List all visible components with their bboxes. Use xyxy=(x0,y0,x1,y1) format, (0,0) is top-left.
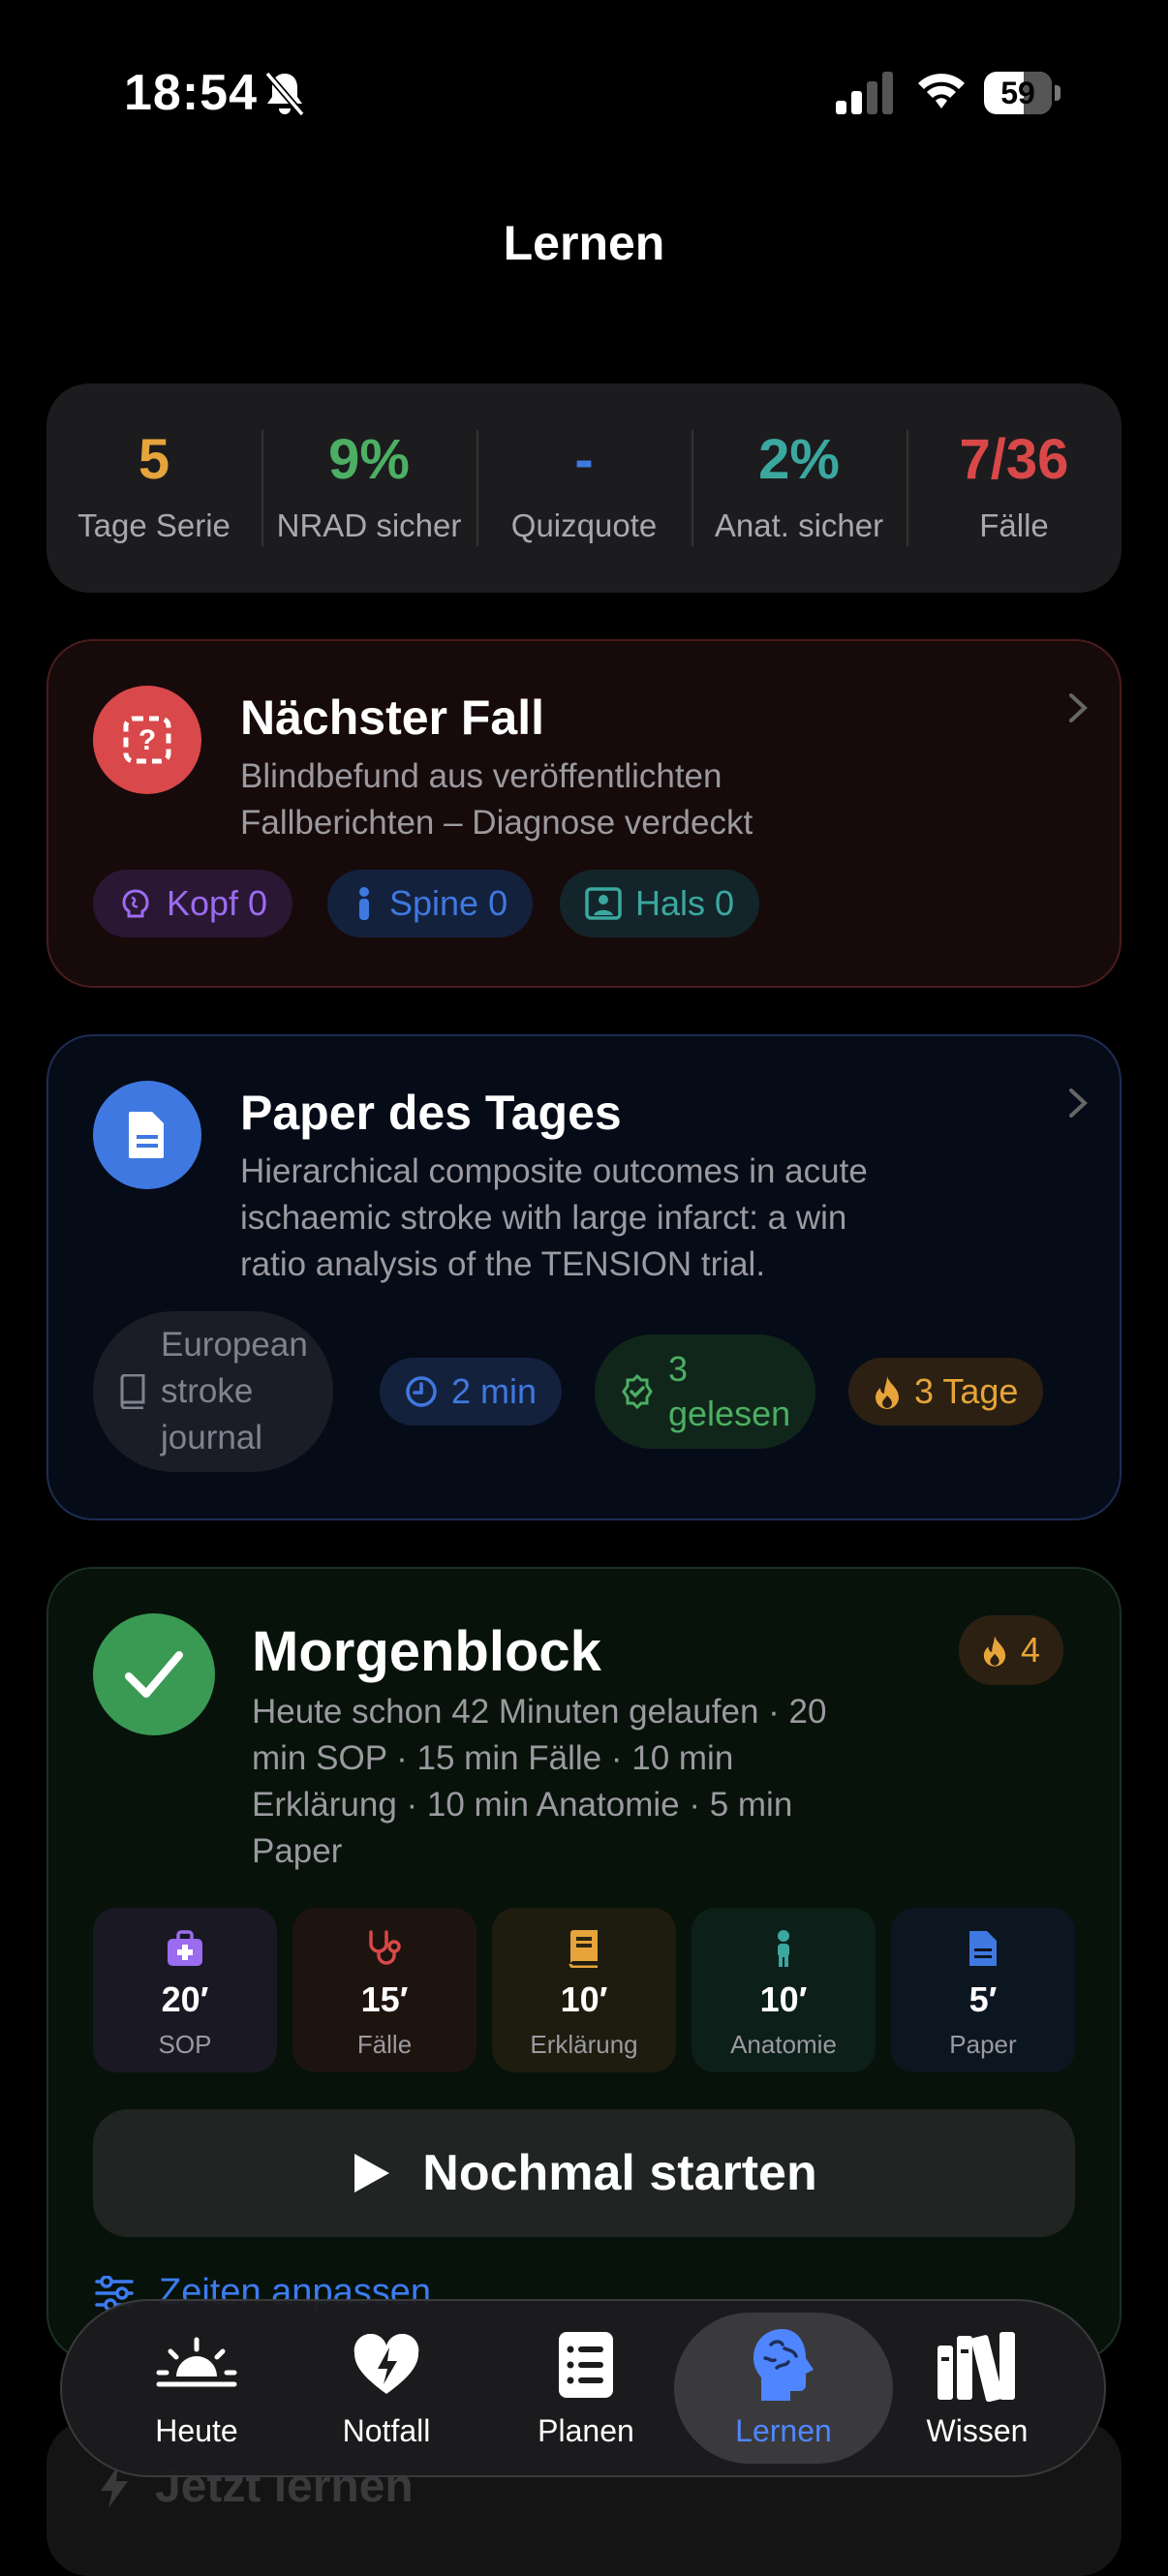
stat-item: 9% NRAD sicher xyxy=(261,383,476,593)
document-icon xyxy=(964,1929,1002,1968)
tab-heute[interactable]: Heute xyxy=(87,2313,306,2464)
morning-block-description: Heute schon 42 Minuten gelaufen · 20 min… xyxy=(252,1693,827,1870)
tab-planen[interactable]: Planen xyxy=(476,2313,695,2464)
heart-bolt-icon xyxy=(353,2334,419,2394)
time-tile-anatomie[interactable]: 10′ Anatomie xyxy=(692,1908,876,2072)
tab-lernen[interactable]: Lernen xyxy=(674,2313,893,2464)
stat-label: NRAD sicher xyxy=(276,507,462,543)
brain-icon xyxy=(122,889,149,918)
document-icon xyxy=(93,1081,201,1189)
tab-bar: Heute Notfall Planen Lernen Wissen xyxy=(60,2299,1106,2477)
time-tile-erklärung[interactable]: 10′ Erklärung xyxy=(492,1908,676,2072)
tile-label: Fälle xyxy=(356,2030,413,2059)
book-icon xyxy=(120,1374,145,1409)
morning-block-title: Morgenblock xyxy=(252,1620,601,1683)
stat-value: 9% xyxy=(328,428,410,491)
time-tile-paper[interactable]: 5′ Paper xyxy=(891,1908,1075,2072)
tile-label: Erklärung xyxy=(530,2030,638,2059)
stethoscope-icon xyxy=(365,1929,404,1968)
sunrise-icon xyxy=(156,2337,237,2387)
next-case-title: Nächster Fall xyxy=(240,690,545,745)
person-icon xyxy=(359,887,369,920)
stat-item: 7/36 Fälle xyxy=(907,383,1122,593)
battery-level: 59 xyxy=(1000,76,1035,110)
list-icon xyxy=(559,2332,613,2398)
paper-subtitle: Hierarchical composite outcomes in acute… xyxy=(240,1152,868,1283)
paper-journal-tag: European stroke journal xyxy=(93,1311,333,1472)
restart-button[interactable]: Nochmal starten xyxy=(93,2109,1075,2237)
paper-read-tag: 3 gelesen xyxy=(595,1334,816,1449)
tile-value: 10′ xyxy=(759,1979,808,2019)
clock-icon xyxy=(406,1376,437,1407)
medkit-icon xyxy=(166,1929,204,1968)
checkmark-icon xyxy=(93,1613,215,1735)
book-icon xyxy=(565,1929,603,1969)
paper-streak-tag: 3 Tage xyxy=(848,1358,1044,1426)
paper-of-day-card[interactable]: Paper des Tages Hierarchical composite o… xyxy=(46,1034,1122,1520)
stat-label: Quizquote xyxy=(510,507,658,543)
chevron-right-icon xyxy=(1069,693,1088,722)
stat-value: 5 xyxy=(138,428,170,491)
tile-value: 15′ xyxy=(360,1979,409,2019)
question-box-icon: ? xyxy=(93,686,201,794)
paper-duration-tag: 2 min xyxy=(380,1358,563,1426)
brain-head-icon xyxy=(753,2329,814,2401)
status-time: 18:54 xyxy=(124,65,258,121)
stat-label: Anat. sicher xyxy=(714,507,884,543)
stat-value: 7/36 xyxy=(959,428,1069,491)
paper-title: Paper des Tages xyxy=(240,1086,622,1140)
stat-value: - xyxy=(574,428,594,491)
tile-value: 20′ xyxy=(161,1979,209,2019)
stat-item: 2% Anat. sicher xyxy=(692,383,907,593)
bell-slash-icon xyxy=(264,71,305,117)
tag-spine[interactable]: Spine 0 xyxy=(327,870,534,937)
tile-label: Paper xyxy=(949,2030,1017,2059)
check-badge-icon xyxy=(622,1374,653,1409)
morning-streak-badge: 4 xyxy=(959,1615,1064,1685)
person-icon xyxy=(764,1929,803,1968)
stat-item: 5 Tage Serie xyxy=(46,383,261,593)
tag-hals[interactable]: Hals 0 xyxy=(560,870,760,937)
page-title: Lernen xyxy=(503,216,665,270)
tag-kopf[interactable]: Kopf 0 xyxy=(93,870,293,937)
tab-wissen[interactable]: Wissen xyxy=(868,2313,1087,2464)
signal-icon xyxy=(836,72,893,114)
stat-item: - Quizquote xyxy=(476,383,692,593)
time-tile-fälle[interactable]: 15′ Fälle xyxy=(292,1908,476,2072)
chevron-right-icon xyxy=(1069,1089,1088,1118)
next-case-card[interactable]: ? Nächster Fall Blindbefund aus veröffen… xyxy=(46,639,1122,988)
stats-summary: 5 Tage Serie 9% NRAD sicher - Quizquote 2% Anat… xyxy=(46,383,1122,593)
time-tile-sop[interactable]: 20′ SOP xyxy=(93,1908,277,2072)
books-icon xyxy=(937,2332,1015,2402)
battery-indicator: 59 xyxy=(984,72,1061,114)
stat-value: 2% xyxy=(758,428,840,491)
tile-value: 5′ xyxy=(968,1979,998,2019)
flame-icon xyxy=(876,1376,899,1409)
stat-label: Fälle xyxy=(979,507,1049,543)
next-case-subtitle: Blindbefund aus veröffentlichten Fallber… xyxy=(240,757,753,842)
tile-label: SOP xyxy=(158,2030,212,2059)
tile-value: 10′ xyxy=(560,1979,608,2019)
wifi-icon xyxy=(918,74,965,108)
stat-label: Tage Serie xyxy=(77,507,231,543)
svg-text:?: ? xyxy=(138,724,156,756)
tile-label: Anatomie xyxy=(730,2030,837,2059)
flame-icon xyxy=(983,1636,1006,1667)
play-icon xyxy=(354,2154,390,2193)
tab-notfall[interactable]: Notfall xyxy=(277,2313,496,2464)
portrait-icon xyxy=(585,887,622,920)
